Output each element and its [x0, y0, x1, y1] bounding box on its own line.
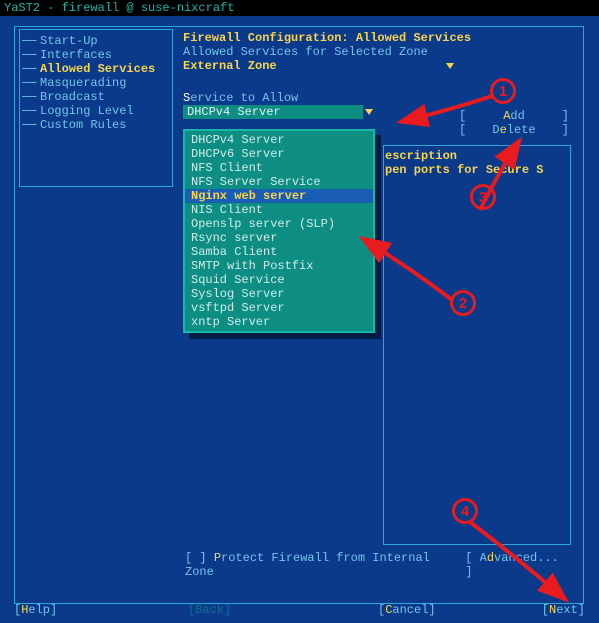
protect-rest: rotect Firewall from Internal Zone [185, 551, 430, 579]
advanced-button[interactable]: [ Advanced... ] [465, 551, 573, 579]
service-dropdown[interactable]: DHCPv4 ServerDHCPv6 ServerNFS ClientNFS … [183, 129, 375, 333]
zone-row: External Zone [183, 59, 577, 73]
sidebar-item-label: Custom Rules [40, 118, 126, 132]
sidebar-item-label: Logging Level [40, 104, 134, 118]
dropdown-item[interactable]: Samba Client [185, 245, 373, 259]
annotation-1: 1 [490, 78, 516, 104]
protect-hot: P [214, 551, 221, 565]
sidebar-item-custom-rules[interactable]: ──Custom Rules [20, 118, 172, 132]
window-titlebar: YaST2 - firewall @ suse-nixcraft [0, 0, 599, 16]
cancel-button[interactable]: [Cancel] [378, 603, 436, 617]
del-hot: e [500, 123, 507, 137]
bottom-nav: [Help] [Back] [Cancel] [Next] [0, 603, 599, 617]
dropdown-item[interactable]: NFS Server Service [185, 175, 373, 189]
dropdown-item[interactable]: Rsync server [185, 231, 373, 245]
chevron-down-icon[interactable] [446, 63, 454, 69]
description-label-frag: escription [385, 149, 543, 163]
sidebar-item-interfaces[interactable]: ──Interfaces [20, 48, 172, 62]
dropdown-item[interactable]: NFS Client [185, 161, 373, 175]
sidebar-item-logging-level[interactable]: ──Logging Level [20, 104, 172, 118]
sidebar-item-masquerading[interactable]: ──Masquerading [20, 76, 172, 90]
dropdown-item[interactable]: Squid Service [185, 273, 373, 287]
annotation-2: 2 [450, 290, 476, 316]
tree-branch-icon: ── [22, 118, 40, 132]
tree-branch-icon: ── [22, 76, 40, 90]
dropdown-item[interactable]: vsftpd Server [185, 301, 373, 315]
dropdown-item[interactable]: Syslog Server [185, 287, 373, 301]
cancel-rest: ancel] [392, 603, 435, 617]
next-button[interactable]: [Next] [542, 603, 585, 617]
annotation-4: 4 [452, 498, 478, 524]
service-select-value[interactable]: DHCPv4 Server [183, 105, 363, 119]
dropdown-item[interactable]: Openslp server (SLP) [185, 217, 373, 231]
add-button[interactable]: [Add] [459, 109, 569, 123]
action-buttons: [Add] [Delete] [459, 109, 569, 137]
tree-branch-icon: ── [22, 62, 40, 76]
dropdown-item[interactable]: SMTP with Postfix [185, 259, 373, 273]
description-fragment: escription pen ports for Secure S [385, 149, 543, 177]
sidebar-item-label: Masquerading [40, 76, 126, 90]
dropdown-item[interactable]: xntp Server [185, 315, 373, 329]
tree-branch-icon: ── [22, 34, 40, 48]
help-rest: elp] [28, 603, 57, 617]
sidebar-item-label: Start-Up [40, 34, 98, 48]
main-panel: ──Start-Up──Interfaces──Allowed Services… [14, 26, 584, 604]
tree-branch-icon: ── [22, 104, 40, 118]
tree-branch-icon: ── [22, 90, 40, 104]
dropdown-item[interactable]: DHCPv4 Server [185, 133, 373, 147]
sidebar-item-label: Interfaces [40, 48, 112, 62]
tree-branch-icon: ── [22, 48, 40, 62]
zone-label: External Zone [183, 59, 277, 73]
add-rest: dd [510, 109, 524, 123]
adv-pre: [ A [465, 551, 487, 565]
page-subtitle: Allowed Services for Selected Zone [183, 45, 577, 59]
back-button: [Back] [188, 603, 231, 617]
sidebar-item-label: Allowed Services [40, 62, 155, 76]
dropdown-item[interactable]: NIS Client [185, 203, 373, 217]
next-rest: ext] [556, 603, 585, 617]
sidebar: ──Start-Up──Interfaces──Allowed Services… [19, 29, 173, 187]
delete-button[interactable]: [Delete] [459, 123, 569, 137]
adv-hot: d [487, 551, 494, 565]
sidebar-item-allowed-services[interactable]: ──Allowed Services [20, 62, 172, 76]
protect-pre: [ ] [185, 551, 214, 565]
sidebar-item-label: Broadcast [40, 90, 105, 104]
service-label-rest: ervice to Allow [190, 91, 298, 105]
content-area: Firewall Configuration: Allowed Services… [183, 31, 577, 119]
del-rest: lete [507, 123, 536, 137]
chevron-down-icon[interactable] [365, 109, 373, 115]
sidebar-item-start-up[interactable]: ──Start-Up [20, 34, 172, 48]
dropdown-item[interactable]: Nginx web server [185, 189, 373, 203]
del-pre: D [492, 123, 499, 137]
next-pre: [ [542, 603, 549, 617]
annotation-3: 3 [470, 184, 496, 210]
description-text-frag: pen ports for Secure S [385, 163, 543, 177]
service-label: Service to Allow [183, 91, 577, 105]
page-title: Firewall Configuration: Allowed Services [183, 31, 577, 45]
sidebar-item-broadcast[interactable]: ──Broadcast [20, 90, 172, 104]
protect-checkbox[interactable]: [ ] Protect Firewall from Internal Zone [185, 551, 465, 579]
protect-row: [ ] Protect Firewall from Internal Zone … [185, 551, 573, 579]
help-button[interactable]: [Help] [14, 603, 57, 617]
dropdown-item[interactable]: DHCPv6 Server [185, 147, 373, 161]
